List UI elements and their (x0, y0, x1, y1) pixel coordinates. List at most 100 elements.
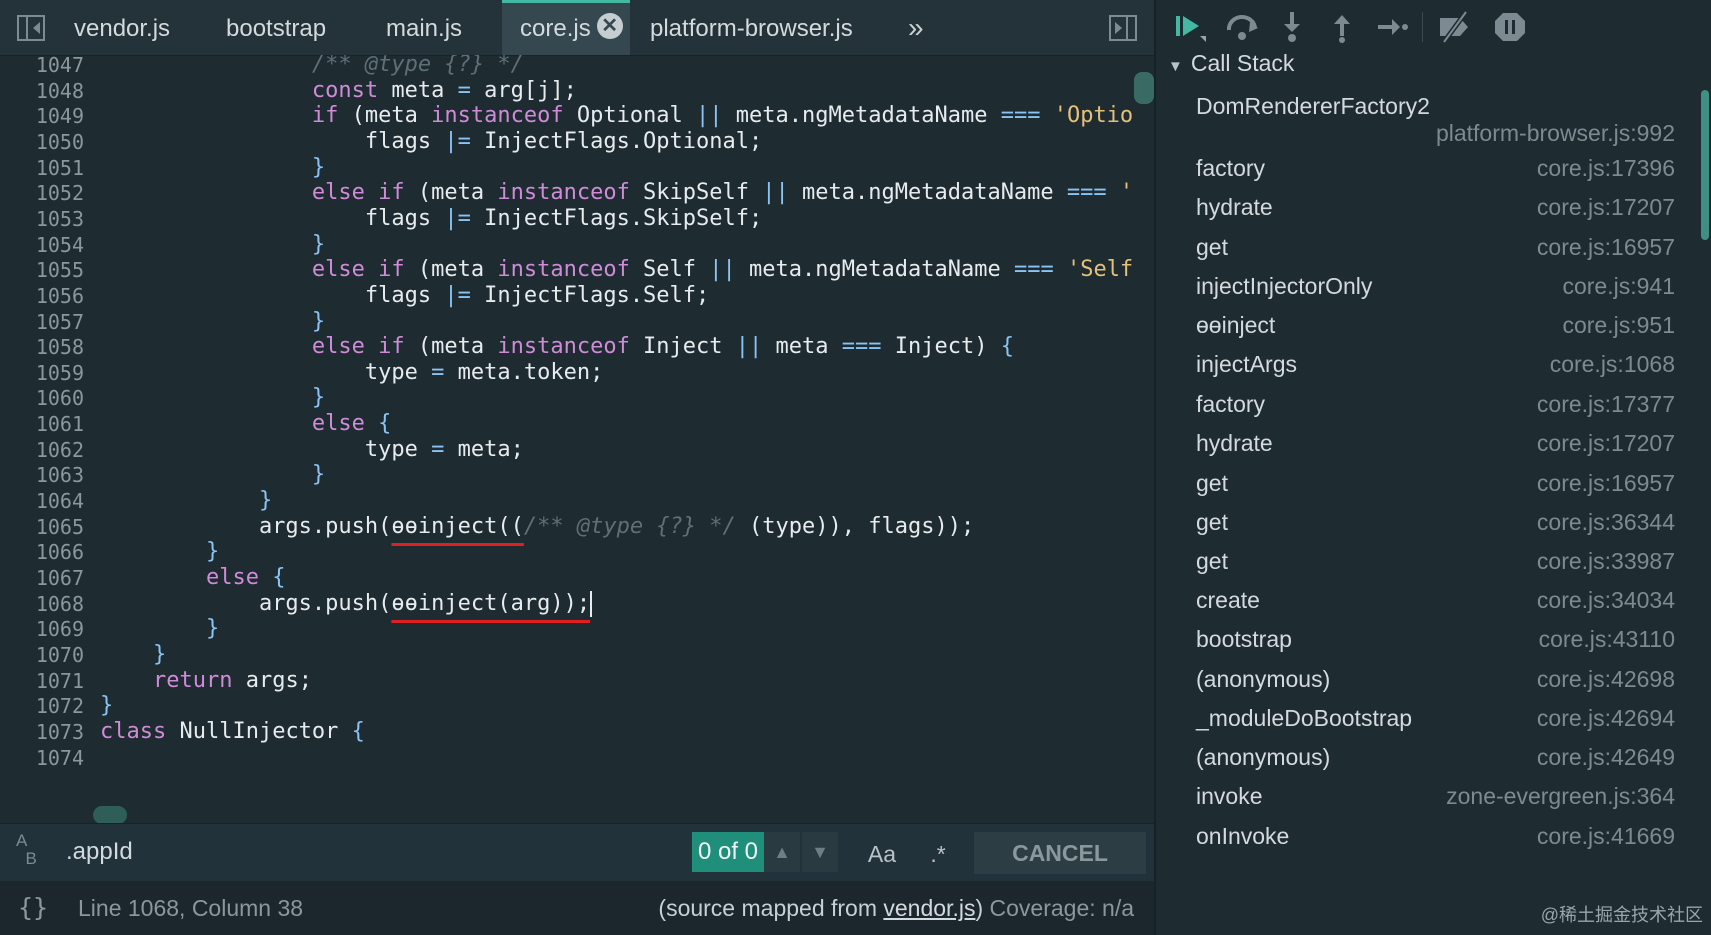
call-stack-frame[interactable]: hydrate core.js:17207 (1156, 425, 1701, 468)
tab-platform-browser-js[interactable]: platform-browser.js (642, 0, 861, 55)
line-number[interactable]: 1054 (36, 233, 84, 257)
step-out-icon[interactable] (1324, 10, 1360, 44)
frame-function-name: invoke (1196, 783, 1263, 809)
call-stack-frame[interactable]: (anonymous) core.js:42698 (1156, 661, 1701, 704)
line-number[interactable]: 1073 (36, 720, 84, 744)
call-stack-frame[interactable]: factory core.js:17396 (1156, 150, 1701, 193)
pretty-print-icon[interactable]: {} (18, 893, 48, 922)
code-token: = (457, 77, 471, 103)
line-number[interactable]: 1056 (36, 284, 84, 308)
line-number[interactable]: 1049 (36, 104, 84, 128)
call-stack-frame[interactable]: hydrate core.js:17207 (1156, 189, 1701, 232)
call-stack-header[interactable]: ▼ Call Stack (1168, 50, 1294, 80)
call-stack-frame[interactable]: get core.js:33987 (1156, 543, 1701, 586)
search-input[interactable] (66, 832, 686, 872)
code-token: arg[j]; (470, 77, 577, 103)
call-stack-frame[interactable]: invoke zone-evergreen.js:364 (1156, 778, 1701, 821)
tab-label: bootstrap (226, 15, 327, 42)
line-number-gutter[interactable]: 1047 1048 1049 1050 1051 1052 1053 1054 1055 1056… (0, 55, 92, 823)
chevron-double-right-icon[interactable]: » (908, 0, 924, 55)
code-token: Self (629, 257, 710, 283)
chevron-up-icon: ▲ (773, 842, 791, 862)
code-token: const (311, 77, 379, 103)
line-number[interactable]: 1059 (36, 361, 84, 385)
line-number[interactable]: 1048 (36, 79, 84, 103)
call-stack-frame[interactable]: bootstrap core.js:43110 (1156, 621, 1701, 664)
line-number[interactable]: 1063 (36, 463, 84, 487)
line-number[interactable]: 1047 (36, 55, 84, 77)
code-line: } (100, 231, 325, 259)
call-stack-frame[interactable]: get core.js:36344 (1156, 504, 1701, 547)
close-icon[interactable]: ✕ (596, 13, 623, 39)
line-number[interactable]: 1074 (36, 746, 84, 770)
source-map-link[interactable]: vendor.js (883, 895, 975, 921)
sidebar-right-toggle-icon[interactable] (1108, 14, 1138, 42)
code-token: (meta (338, 103, 432, 129)
pause-on-exceptions-icon[interactable] (1492, 10, 1528, 44)
line-number[interactable]: 1064 (36, 489, 84, 513)
call-stack-frame[interactable]: (anonymous) core.js:42649 (1156, 739, 1701, 782)
next-match-button[interactable]: ▼ (802, 832, 838, 872)
line-number[interactable]: 1065 (36, 515, 84, 539)
frame-location: core.js:17396 (1536, 155, 1675, 181)
call-stack-frame[interactable]: onInvoke core.js:41669 (1156, 818, 1701, 861)
regex-toggle[interactable]: .* (916, 832, 960, 872)
code-view[interactable]: /** @type {?} */ const meta = arg[j]; if… (100, 55, 1134, 823)
code-line: flags |= InjectFlags.Self; (100, 282, 709, 310)
call-stack-frame[interactable]: injectArgs core.js:1068 (1156, 346, 1701, 389)
line-number[interactable]: 1067 (36, 566, 84, 590)
line-number[interactable]: 1072 (36, 694, 84, 718)
code-line: const meta = arg[j]; (100, 77, 577, 105)
line-number[interactable]: 1061 (36, 412, 84, 436)
coverage-text: Coverage: n/a (989, 895, 1134, 921)
line-number[interactable]: 1062 (36, 438, 84, 462)
code-token: 'Self' (1066, 257, 1134, 283)
line-number[interactable]: 1053 (36, 207, 84, 231)
tab-bootstrap[interactable]: bootstrap (218, 0, 334, 55)
frame-location: core.js:1068 (1549, 351, 1675, 377)
call-stack-frame[interactable]: create core.js:34034 (1156, 582, 1701, 625)
tab-core-js[interactable]: core.js ✕ (502, 0, 630, 55)
line-number[interactable]: 1052 (36, 181, 84, 205)
call-stack-frame[interactable]: ɵɵinject core.js:951 (1156, 307, 1701, 350)
chevron-down-icon: ▼ (811, 842, 829, 862)
line-number[interactable]: 1071 (36, 669, 84, 693)
line-number[interactable]: 1060 (36, 386, 84, 410)
line-number[interactable]: 1069 (36, 617, 84, 641)
step-into-icon[interactable] (1274, 10, 1310, 44)
line-number[interactable]: 1068 (36, 592, 84, 616)
tab-vendor-js[interactable]: vendor.js (66, 0, 178, 55)
step-over-icon[interactable] (1224, 10, 1260, 44)
call-stack-list: DomRendererFactory2 platform-browser.js:9… (1156, 88, 1701, 935)
fold-marker[interactable] (93, 806, 127, 824)
line-number[interactable]: 1070 (36, 643, 84, 667)
resume-icon[interactable] (1172, 10, 1208, 44)
line-number[interactable]: 1051 (36, 156, 84, 180)
call-stack-frame[interactable]: _moduleDoBootstrap core.js:42694 (1156, 700, 1701, 743)
code-token: (meta (404, 334, 498, 360)
previous-match-button[interactable]: ▲ (764, 832, 800, 872)
line-number[interactable]: 1058 (36, 335, 84, 359)
call-stack-title: Call Stack (1190, 50, 1295, 76)
tab-main-js[interactable]: main.js (378, 0, 470, 55)
cancel-button[interactable]: CANCEL (974, 832, 1146, 874)
step-icon[interactable] (1374, 10, 1410, 44)
code-line: else { (100, 564, 285, 592)
editor-scrollbar-thumb[interactable] (1134, 72, 1154, 104)
code-token: class (100, 718, 167, 744)
line-number[interactable]: 1050 (36, 130, 84, 154)
line-number[interactable]: 1057 (36, 310, 84, 334)
call-stack-scrollbar[interactable] (1701, 90, 1709, 240)
call-stack-frame[interactable]: DomRendererFactory2 platform-browser.js:9… (1156, 88, 1701, 158)
code-token: else if (311, 334, 405, 360)
call-stack-frame[interactable]: factory core.js:17377 (1156, 386, 1701, 429)
line-number[interactable]: 1066 (36, 540, 84, 564)
line-number[interactable]: 1055 (36, 258, 84, 282)
deactivate-breakpoints-icon[interactable] (1436, 10, 1472, 44)
match-case-toggle[interactable]: Aa (856, 832, 908, 872)
call-stack-frame[interactable]: get core.js:16957 (1156, 465, 1701, 508)
call-stack-frame[interactable]: injectInjectorOnly core.js:941 (1156, 268, 1701, 311)
call-stack-frame[interactable]: get core.js:16957 (1156, 229, 1701, 272)
sidebar-toggle-icon[interactable] (16, 14, 46, 42)
frame-location: core.js:42694 (1536, 705, 1675, 731)
